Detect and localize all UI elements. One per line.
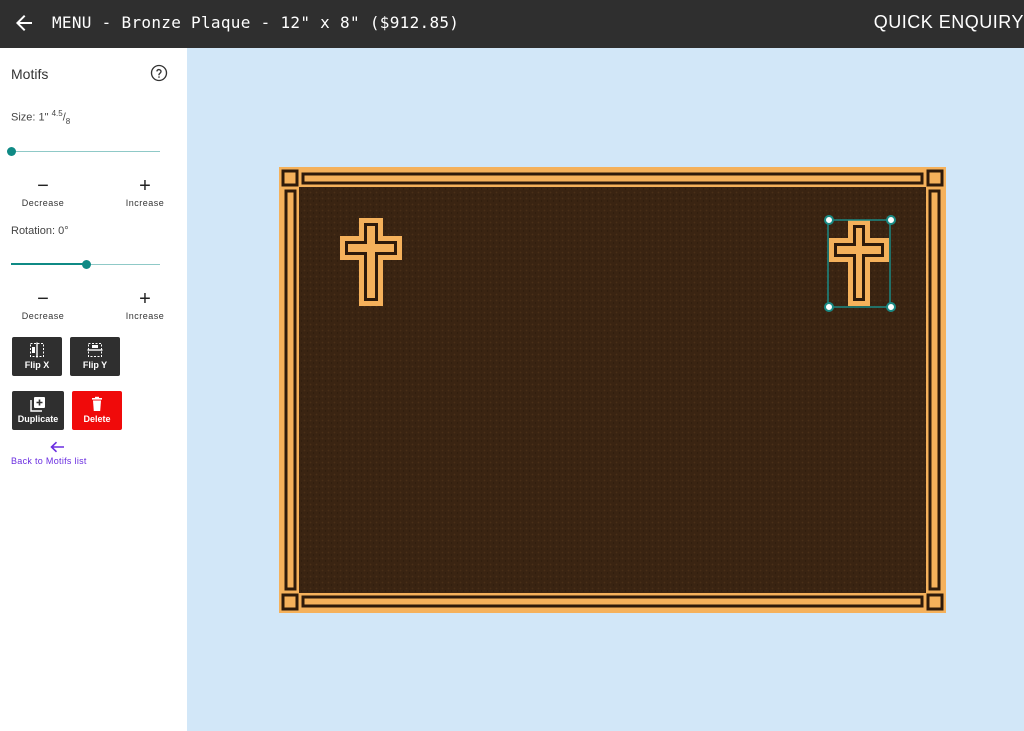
delete-label: Delete: [83, 414, 111, 424]
flip-y-button[interactable]: Flip Y: [70, 337, 120, 376]
flip-x-label: Flip X: [24, 360, 50, 370]
top-bar: MENU - Bronze Plaque - 12" x 8" ($912.85…: [0, 0, 1024, 48]
back-arrow-icon[interactable]: [12, 11, 36, 35]
duplicate-label: Duplicate: [17, 414, 59, 424]
motif-settings-panel: Motifs Size: 1" 4.5/8 − Decrease + Incre…: [0, 48, 187, 731]
increase-label: Increase: [125, 198, 165, 208]
size-increase-button[interactable]: + Increase: [113, 176, 177, 208]
size-fraction-numerator: 4.5: [51, 109, 63, 118]
rotation-slider[interactable]: [11, 258, 160, 272]
decrease-label: Decrease: [21, 311, 65, 321]
rotation-slider-fill: [11, 263, 86, 265]
size-slider[interactable]: [7, 145, 160, 159]
help-circle-icon[interactable]: [150, 64, 168, 82]
resize-handle-bottom-right[interactable]: [886, 302, 896, 312]
size-label: Size: 1" 4.5/8: [11, 109, 71, 126]
flip-vertical-icon: [87, 343, 103, 357]
size-slider-thumb[interactable]: [7, 147, 16, 156]
bronze-plaque[interactable]: [279, 167, 946, 613]
rotation-slider-thumb[interactable]: [81, 260, 91, 269]
plus-icon: +: [139, 288, 151, 310]
size-slider-track: [11, 151, 160, 152]
resize-handle-bottom-left[interactable]: [824, 302, 834, 312]
increase-label: Increase: [125, 311, 165, 321]
design-canvas[interactable]: [187, 48, 1024, 731]
resize-handle-top-left[interactable]: [824, 215, 834, 225]
size-value: Size: 1": [11, 111, 49, 124]
duplicate-icon: [30, 397, 45, 412]
rotation-decrease-button[interactable]: − Decrease: [11, 289, 75, 321]
back-to-motifs-link[interactable]: Back to Motifs list: [11, 440, 121, 466]
minus-icon: −: [37, 288, 49, 310]
back-to-motifs-label: Back to Motifs list: [11, 456, 87, 466]
plus-icon: +: [139, 175, 151, 197]
delete-button[interactable]: Delete: [72, 391, 122, 430]
flip-y-label: Flip Y: [82, 360, 108, 370]
flip-x-button[interactable]: Flip X: [12, 337, 62, 376]
rotation-increase-button[interactable]: + Increase: [113, 289, 177, 321]
page-title[interactable]: MENU - Bronze Plaque - 12" x 8" ($912.85…: [52, 13, 459, 32]
arrow-left-icon: [50, 441, 64, 453]
duplicate-button[interactable]: Duplicate: [12, 391, 64, 430]
size-decrease-button[interactable]: − Decrease: [11, 176, 75, 208]
rotation-label: Rotation: 0°: [11, 225, 69, 237]
quick-enquiry-button[interactable]: QUICK ENQUIRY: [874, 12, 1024, 33]
trash-icon: [92, 396, 102, 411]
resize-handle-top-right[interactable]: [886, 215, 896, 225]
size-fraction-denominator: 8: [65, 116, 71, 126]
decrease-label: Decrease: [21, 198, 65, 208]
minus-icon: −: [37, 175, 49, 197]
panel-title: Motifs: [11, 66, 49, 82]
flip-horizontal-icon: [30, 342, 44, 358]
